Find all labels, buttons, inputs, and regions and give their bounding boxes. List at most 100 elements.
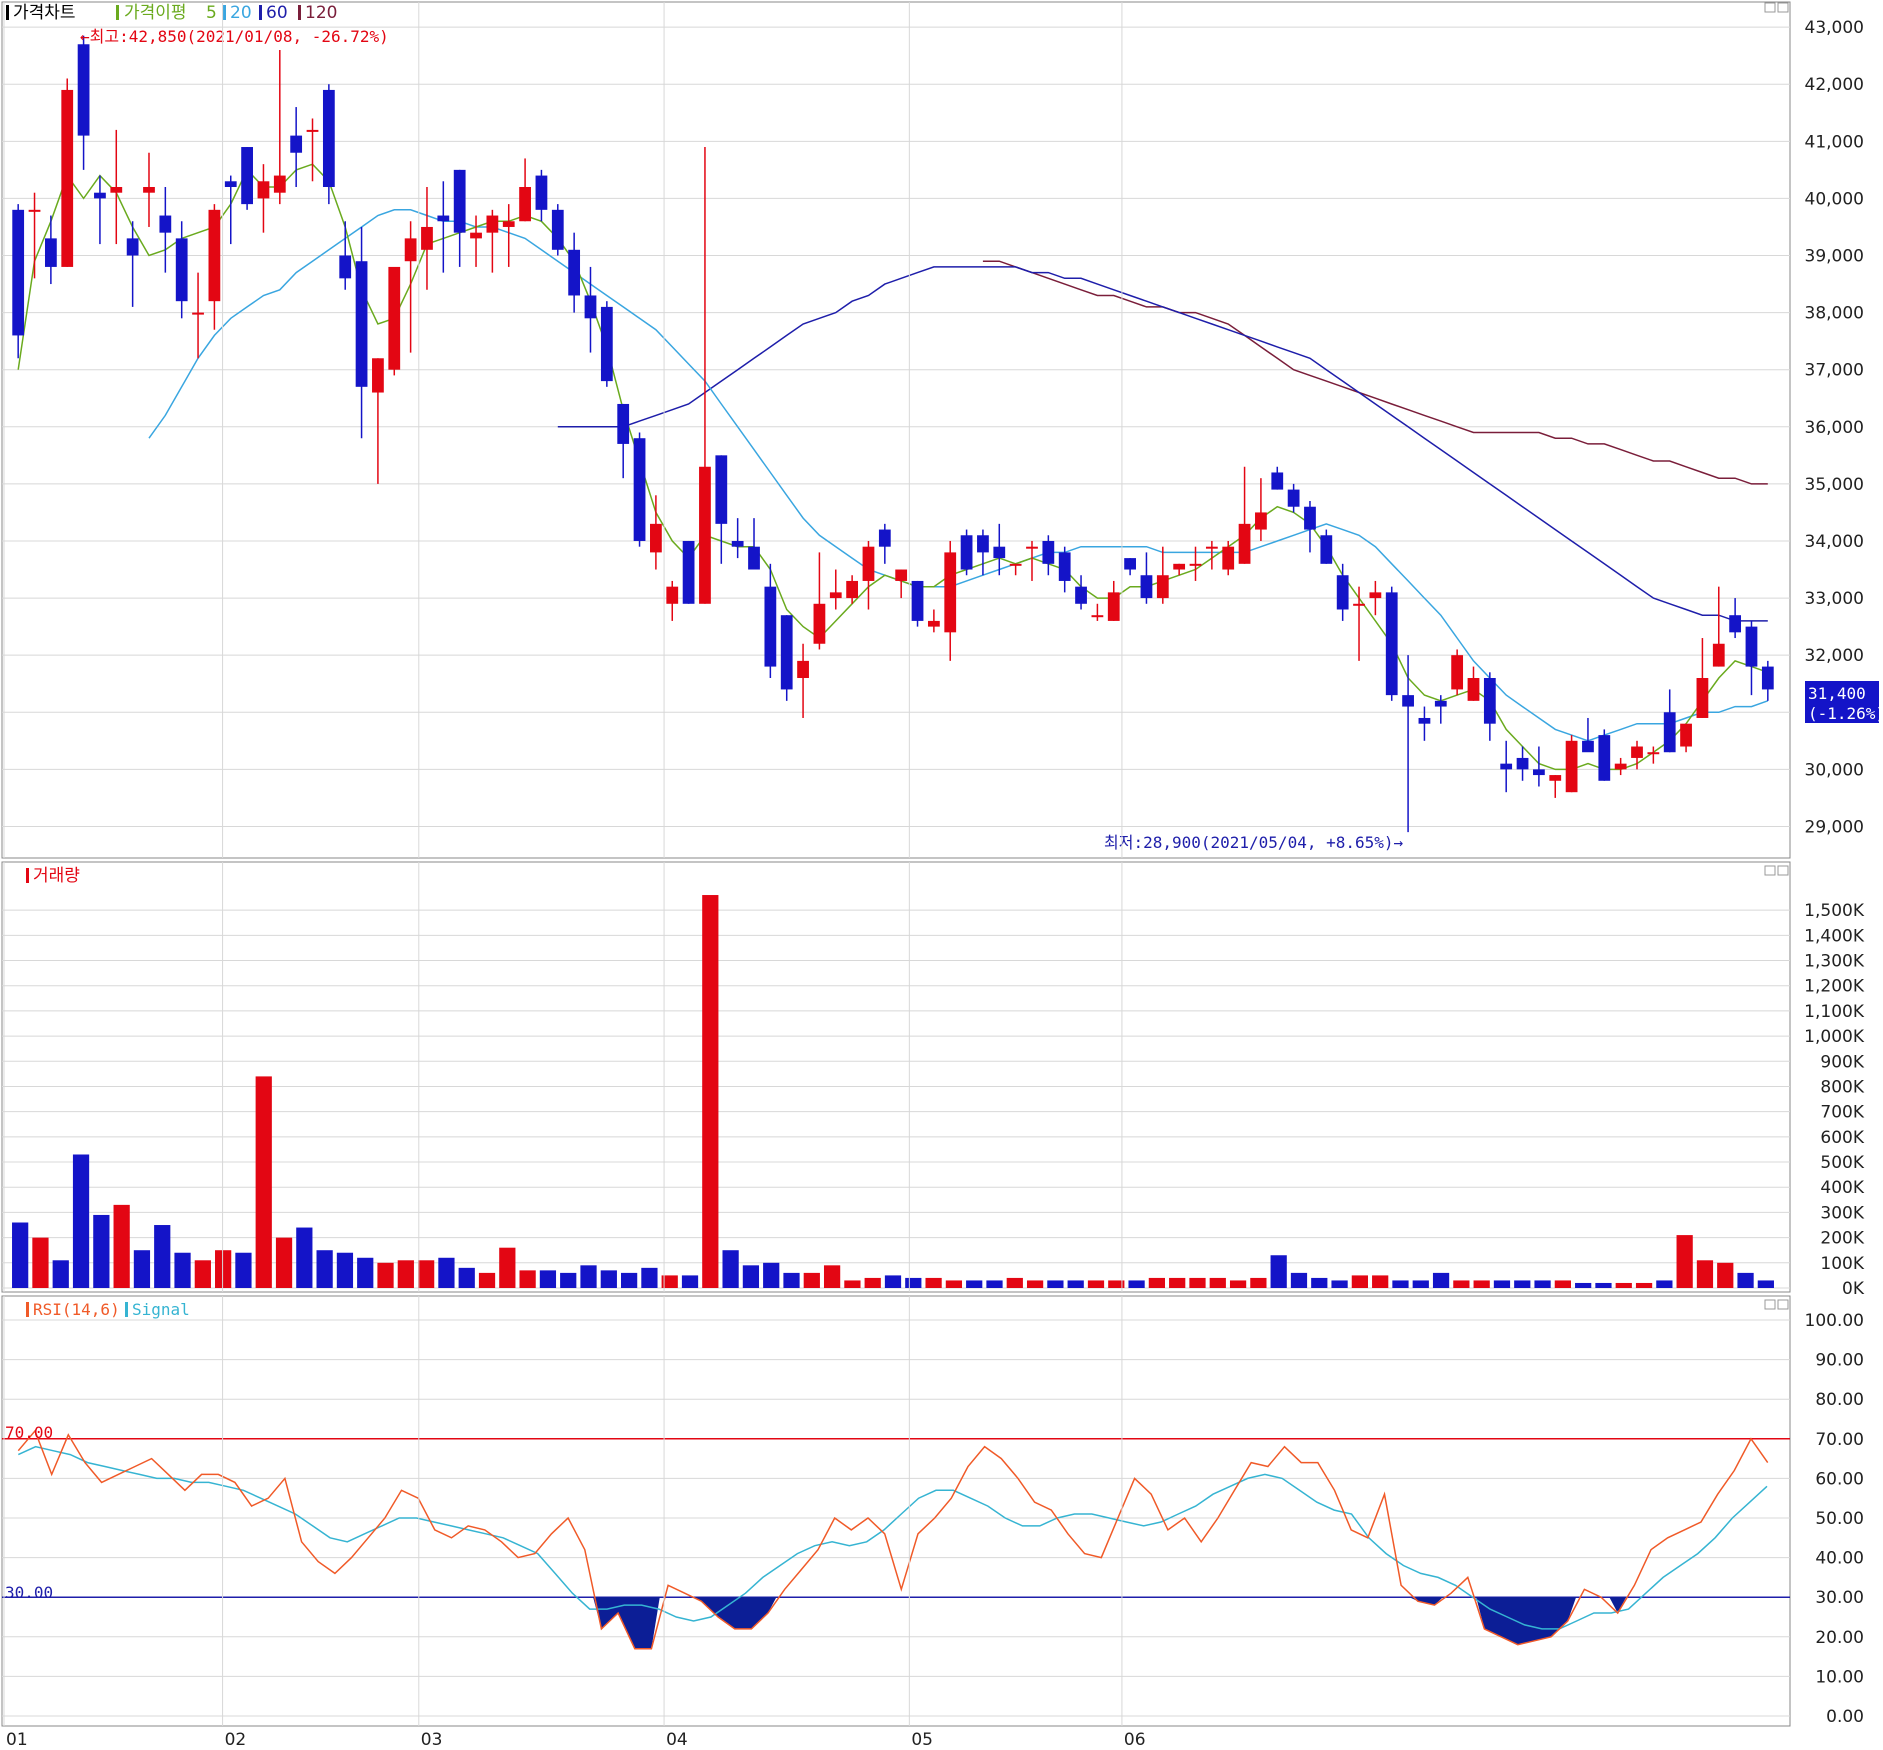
candle-body <box>273 175 286 193</box>
candle-body <box>650 523 662 553</box>
candle-body <box>404 238 417 262</box>
volume-bar <box>458 1267 475 1288</box>
close-icon[interactable] <box>1777 1299 1789 1310</box>
legend-ma5: 5 <box>206 3 217 23</box>
volume-bar <box>1006 1277 1023 1288</box>
rsi-panel: 100.00 90.00 80.00 70.00 60.00 50.00 40.00 30.0… <box>1 1295 1864 1727</box>
candle-body <box>1434 700 1447 707</box>
volume-bar <box>1453 1280 1470 1288</box>
volume-bar <box>1250 1277 1267 1288</box>
volume-bar <box>1534 1280 1551 1288</box>
candle-body <box>1107 592 1120 621</box>
legend-marker-ma120 <box>298 5 301 20</box>
y-tick-label: 1,400K <box>1804 926 1865 946</box>
candle-body <box>61 89 74 267</box>
minimize-icon[interactable] <box>1764 2 1776 13</box>
volume-bar <box>560 1272 577 1288</box>
volume-bar <box>1717 1262 1734 1288</box>
candle-body <box>470 232 482 239</box>
candle-body <box>780 615 793 690</box>
volume-bar <box>844 1280 861 1288</box>
x-tick-label: 02 <box>225 1730 247 1750</box>
volume-bar <box>1290 1272 1308 1288</box>
legend-ma-label: 가격이평 <box>124 3 187 23</box>
volume-bar <box>93 1214 110 1288</box>
candle-body <box>1075 586 1087 604</box>
legend-marker-ma60 <box>259 5 262 20</box>
minimize-icon[interactable] <box>1764 865 1776 876</box>
y-tick-label: 300K <box>1820 1203 1864 1223</box>
y-tick-label: 41,000 <box>1805 132 1864 152</box>
volume-bar <box>275 1237 293 1288</box>
volume-bar <box>1595 1282 1612 1288</box>
y-tick-label: 40.00 <box>1815 1549 1864 1569</box>
legend-volume-title: 거래량 <box>33 866 80 886</box>
candle-body <box>192 312 204 315</box>
candle-body <box>77 44 90 136</box>
y-tick-label: 1,100K <box>1804 1002 1865 1022</box>
legend-marker-volume <box>26 868 29 883</box>
volume-bar <box>1026 1280 1044 1288</box>
volume-bar <box>1514 1280 1531 1288</box>
close-icon[interactable] <box>1777 2 1789 13</box>
volume-bar <box>966 1280 983 1288</box>
candle-body <box>1467 678 1480 701</box>
candle-body <box>1173 563 1186 570</box>
candle-body <box>1336 575 1349 610</box>
minimize-icon[interactable] <box>1764 1299 1776 1310</box>
volume-bar <box>1635 1282 1653 1288</box>
volume-bar <box>925 1277 942 1288</box>
candle-body <box>388 266 401 370</box>
volume-bar <box>336 1252 354 1288</box>
legend-marker-signal <box>125 1302 128 1317</box>
candle-body <box>143 186 155 193</box>
y-tick-label: 40,000 <box>1805 189 1864 209</box>
y-tick-label: 36,000 <box>1805 418 1864 438</box>
y-tick-label: 900K <box>1820 1052 1864 1072</box>
close-icon[interactable] <box>1777 865 1789 876</box>
candle-body <box>535 175 548 210</box>
volume-bar <box>1372 1275 1389 1288</box>
stock-chart-window: 43,000 42,000 41,000 40,000 39,000 38,000 37,0… <box>0 0 1883 1750</box>
x-tick-label: 05 <box>911 1730 933 1750</box>
candle-body <box>437 215 450 222</box>
y-tick-label: 70.00 <box>1815 1430 1864 1450</box>
legend-marker-price <box>6 5 9 20</box>
candle-body <box>1549 775 1562 781</box>
candle-body <box>911 580 924 621</box>
candle-body <box>1058 552 1071 581</box>
y-tick-label: 800K <box>1820 1077 1864 1097</box>
candle-body <box>862 546 875 581</box>
candle-body <box>355 261 368 387</box>
candle-body <box>977 535 989 553</box>
y-tick-label: 10.00 <box>1815 1667 1864 1687</box>
volume-bar <box>1229 1280 1247 1288</box>
volume-bar <box>296 1227 313 1288</box>
legend-ma120: 120 <box>305 3 337 23</box>
candle-body <box>617 403 630 444</box>
volume-bar <box>580 1265 597 1288</box>
volume-bar <box>194 1260 211 1288</box>
y-tick-label: 90.00 <box>1815 1351 1864 1371</box>
current-price: 31,400 <box>1808 684 1866 703</box>
candle-body <box>12 209 25 336</box>
candle-body <box>944 552 957 633</box>
y-tick-label: 0K <box>1842 1279 1865 1299</box>
y-tick-label: 80.00 <box>1815 1390 1864 1410</box>
volume-bar <box>1615 1282 1632 1288</box>
legend-ma20: 20 <box>230 3 252 23</box>
volume-bar <box>235 1252 252 1288</box>
x-tick-label: 03 <box>421 1730 443 1750</box>
x-tick-label: 06 <box>1124 1730 1146 1750</box>
candle-body <box>1205 546 1218 549</box>
volume-bar <box>823 1265 841 1288</box>
volume-bar <box>1351 1275 1368 1288</box>
candle-body <box>600 306 613 382</box>
volume-bar <box>316 1250 333 1288</box>
candle-body <box>1712 643 1725 667</box>
volume-bar <box>702 895 719 1288</box>
candle-body <box>584 295 597 319</box>
volume-bar <box>397 1260 414 1288</box>
price-panel: 43,000 42,000 41,000 40,000 39,000 38,000 37,0… <box>1 1 1883 859</box>
legend-rsi: RSI(14,6) <box>33 1300 120 1319</box>
